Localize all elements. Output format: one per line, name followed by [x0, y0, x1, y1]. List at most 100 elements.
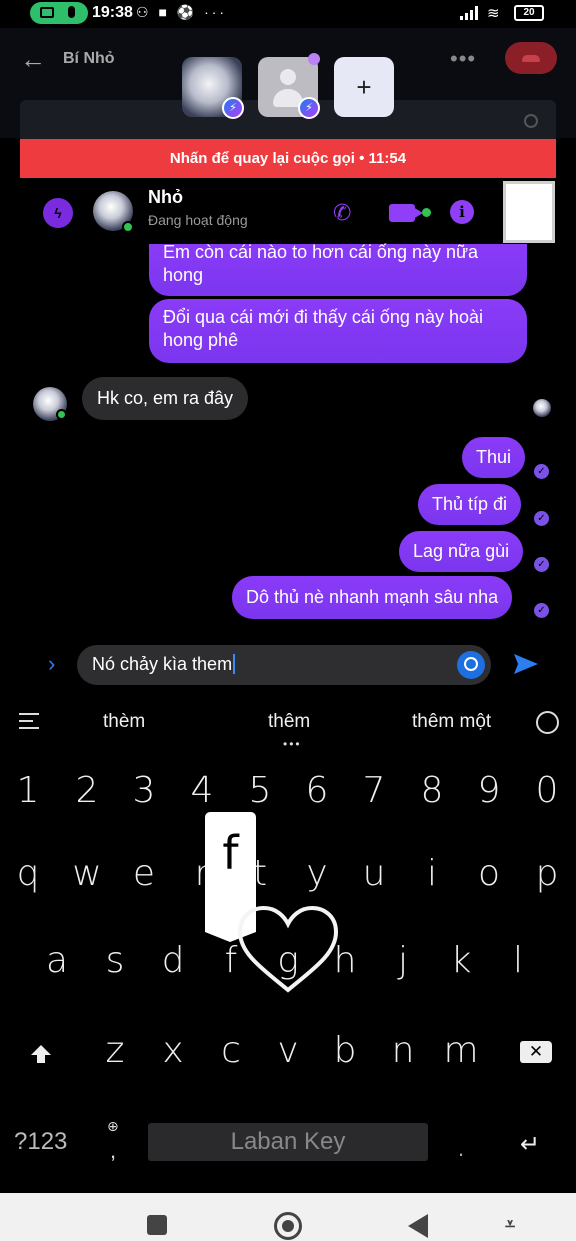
battery-icon: 20	[514, 5, 544, 21]
key-6[interactable]: 6	[295, 770, 339, 811]
text-caret	[233, 654, 236, 674]
key-j[interactable]: j	[381, 940, 425, 981]
delivered-check-icon: ✓	[534, 511, 549, 526]
back-arrow-icon[interactable]: ←	[20, 44, 46, 75]
suggestion-2[interactable]: thêm	[268, 711, 310, 733]
search-icon[interactable]	[457, 651, 485, 679]
key-m[interactable]: m	[439, 1030, 483, 1071]
delivered-check-icon: ✓	[534, 557, 549, 572]
key-d[interactable]: d	[151, 940, 195, 981]
message-bubble[interactable]: Dô thủ nè nhanh mạnh sâu nha	[232, 576, 513, 619]
participant-tile-me[interactable]: ⚡	[258, 57, 320, 119]
key-e[interactable]: e	[122, 853, 166, 894]
key-2[interactable]: 2	[65, 770, 109, 811]
hide-keyboard-icon[interactable]: ⩡	[505, 1214, 515, 1235]
messenger-logo-icon[interactable]: ϟ	[43, 198, 73, 228]
participant-tile-nho[interactable]: ⚡	[182, 57, 244, 119]
key-n[interactable]: n	[381, 1030, 425, 1071]
space-key[interactable]: Laban Key	[148, 1123, 428, 1161]
message-bubble[interactable]: Đổi qua cái mới đi thấy cái ống này hoài…	[149, 299, 527, 363]
backspace-key-icon[interactable]: ✕	[520, 1041, 552, 1063]
key-l[interactable]: l	[496, 940, 540, 981]
message-bubble[interactable]: Hk co, em ra đây	[82, 377, 249, 420]
add-participant-button[interactable]: +	[334, 57, 394, 117]
signal-icon	[460, 6, 482, 20]
send-icon[interactable]	[512, 650, 540, 678]
suggestion-3[interactable]: thêm một	[412, 711, 491, 733]
key-b[interactable]: b	[323, 1030, 367, 1071]
camera-icon	[40, 7, 54, 18]
key-u[interactable]: u	[352, 853, 396, 894]
microphone-icon	[68, 6, 75, 18]
status-time: 19:38	[92, 4, 133, 21]
keyboard-menu-icon[interactable]	[19, 713, 39, 734]
status-bar: 19:38 ⚇ ■ ⚽ ··· ≋ 20	[0, 0, 576, 28]
back-icon[interactable]	[408, 1214, 428, 1238]
notification-icons: ⚇ ■ ⚽ ···	[136, 4, 228, 20]
key-5[interactable]: 5	[238, 770, 282, 811]
expand-actions-icon[interactable]: ›	[48, 651, 55, 677]
key-c[interactable]: c	[209, 1030, 253, 1071]
mic-muted-icon	[524, 114, 538, 128]
recent-apps-icon[interactable]	[147, 1215, 167, 1235]
suggestion-1[interactable]: thèm	[103, 711, 145, 733]
key-a[interactable]: a	[35, 940, 79, 981]
emoji-icon[interactable]	[536, 711, 559, 734]
key-i[interactable]: i	[410, 853, 454, 894]
return-to-call-banner[interactable]: Nhấn để quay lại cuộc gọi • 11:54	[20, 139, 556, 178]
symbols-key[interactable]: ?123	[14, 1128, 67, 1156]
seen-avatar	[533, 399, 551, 417]
key-v[interactable]: v	[266, 1030, 310, 1071]
screen-recording-indicator[interactable]	[30, 2, 88, 24]
message-input-value: Nó chảy kìa them	[92, 654, 233, 674]
call-active-dot	[422, 208, 431, 217]
phone-call-icon[interactable]: ✆	[333, 200, 351, 226]
wifi-icon: ≋	[487, 5, 500, 22]
active-dot	[308, 53, 320, 65]
message-bubble[interactable]: Em còn cái nào to hơn cái ống này nữa ho…	[149, 242, 527, 296]
delivered-check-icon: ✓	[534, 603, 549, 618]
key-w[interactable]: w	[65, 853, 109, 894]
message-bubble[interactable]: Thủ típ đi	[418, 484, 522, 525]
more-suggestions-icon[interactable]: •••	[283, 737, 302, 751]
key-0[interactable]: 0	[525, 770, 569, 811]
contact-status: Đang hoạt động	[148, 212, 248, 228]
key-k[interactable]: k	[439, 940, 483, 981]
key-o[interactable]: o	[467, 853, 511, 894]
home-icon[interactable]	[274, 1212, 302, 1240]
key-x[interactable]: x	[151, 1030, 195, 1071]
key-p[interactable]: p	[525, 853, 569, 894]
key-q[interactable]: q	[6, 853, 50, 894]
key-3[interactable]: 3	[122, 770, 166, 811]
floating-video-thumbnail[interactable]	[503, 181, 555, 243]
key-z[interactable]: z	[93, 1030, 137, 1071]
message-input[interactable]: Nó chảy kìa them	[77, 645, 491, 685]
contact-name[interactable]: Nhỏ	[148, 187, 183, 208]
call-title: Bí Nhỏ	[63, 50, 115, 67]
comma-key[interactable]: ,	[110, 1138, 116, 1164]
key-1[interactable]: 1	[6, 770, 50, 811]
messenger-icon: ⚡	[222, 97, 244, 119]
video-call-icon[interactable]	[389, 204, 423, 222]
online-indicator	[122, 221, 134, 233]
message-bubble[interactable]: Thui	[462, 437, 526, 478]
key-7[interactable]: 7	[352, 770, 396, 811]
key-8[interactable]: 8	[410, 770, 454, 811]
period-key[interactable]: .	[458, 1136, 464, 1162]
delivered-check-icon: ✓	[534, 464, 549, 479]
heart-icon	[237, 905, 339, 993]
person-icon	[280, 69, 296, 85]
more-options-icon[interactable]: •••	[450, 46, 476, 72]
key-4[interactable]: 4	[180, 770, 224, 811]
message-bubble[interactable]: Lag nữa gùi	[399, 531, 524, 572]
key-y[interactable]: y	[295, 853, 339, 894]
info-icon[interactable]: i	[450, 200, 474, 224]
shift-key-icon[interactable]	[30, 1044, 52, 1064]
enter-key-icon[interactable]: ↵	[520, 1130, 540, 1159]
globe-icon[interactable]: ⊕	[107, 1118, 119, 1135]
end-call-button[interactable]	[505, 42, 557, 74]
key-9[interactable]: 9	[467, 770, 511, 811]
key-s[interactable]: s	[93, 940, 137, 981]
conversation-header: ϟ Nhỏ Đang hoạt động ✆ i	[0, 178, 576, 244]
messenger-icon: ⚡	[298, 97, 320, 119]
